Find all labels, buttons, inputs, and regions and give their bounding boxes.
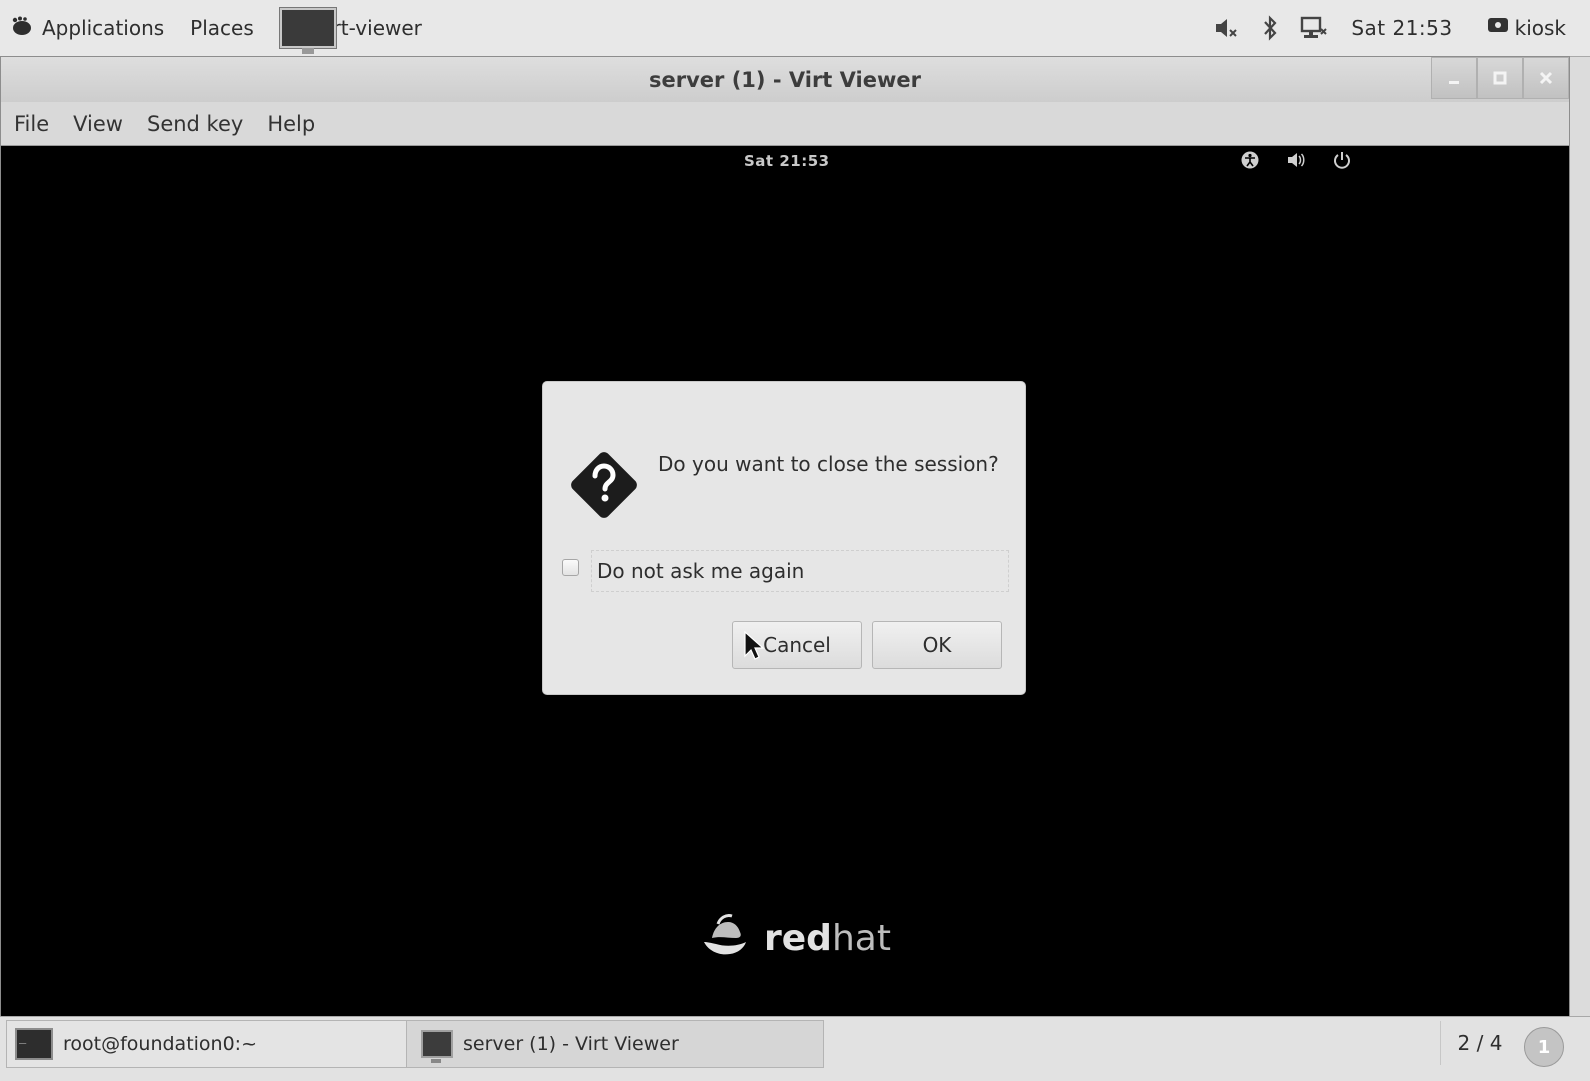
close-button[interactable] xyxy=(1523,57,1569,99)
taskbar-item-terminal[interactable]: _ root@foundation0:~ xyxy=(6,1020,412,1068)
user-name: kiosk xyxy=(1514,16,1566,40)
user-menu[interactable]: kiosk xyxy=(1487,16,1566,41)
menu-view[interactable]: View xyxy=(61,102,135,145)
places-menu[interactable]: Places xyxy=(190,0,254,56)
user-icon xyxy=(1487,16,1509,41)
ok-button[interactable]: OK xyxy=(872,621,1002,669)
question-icon xyxy=(565,446,643,528)
notification-badge[interactable]: 1 xyxy=(1524,1027,1564,1067)
guest-status-icons xyxy=(1240,150,1352,170)
ok-button-label: OK xyxy=(922,633,952,657)
dialog-message: Do you want to close the session? xyxy=(658,452,999,476)
places-label: Places xyxy=(190,16,254,40)
active-task-virt-viewer[interactable]: Virt-viewer xyxy=(278,0,422,56)
guest-clock: Sat 21:53 xyxy=(744,152,830,170)
menu-help[interactable]: Help xyxy=(255,102,327,145)
bottom-panel: _ root@foundation0:~ server (1) - Virt V… xyxy=(0,1016,1590,1081)
applications-label: Applications xyxy=(42,16,165,40)
virt-viewer-app-icon xyxy=(279,8,336,54)
applications-menu[interactable]: Applications xyxy=(0,0,164,56)
top-panel: Applications Places Virt-viewer Sat 21:5… xyxy=(0,0,1590,57)
virt-viewer-icon xyxy=(421,1030,453,1063)
do-not-ask-checkbox[interactable] xyxy=(562,558,579,576)
redhat-wordmark-light: hat xyxy=(831,917,891,959)
gnome-foot-icon xyxy=(10,16,32,41)
workspace-switcher[interactable]: 2 / 4 xyxy=(1440,1021,1519,1065)
menu-file[interactable]: File xyxy=(1,102,61,145)
accessibility-icon[interactable] xyxy=(1240,150,1260,170)
terminal-icon: _ xyxy=(15,1028,53,1060)
do-not-ask-row: Do not ask me again xyxy=(562,550,1009,592)
network-wired-icon[interactable] xyxy=(1299,13,1329,43)
menubar: File View Send key Help xyxy=(1,102,1569,146)
taskbar-item-virt-viewer[interactable]: server (1) - Virt Viewer xyxy=(406,1020,824,1068)
bluetooth-icon[interactable] xyxy=(1255,13,1285,43)
redhat-wordmark-bold: red xyxy=(764,917,832,959)
redhat-shadowman-icon xyxy=(704,914,746,955)
window-titlebar[interactable]: server (1) - Virt Viewer xyxy=(1,57,1569,102)
maximize-button[interactable] xyxy=(1477,57,1523,99)
guest-volume-icon[interactable] xyxy=(1286,150,1306,170)
redhat-logo: redhat xyxy=(698,912,891,964)
taskbar-item-label: server (1) - Virt Viewer xyxy=(463,1033,679,1055)
menu-send-key[interactable]: Send key xyxy=(135,102,255,145)
window-title: server (1) - Virt Viewer xyxy=(649,67,921,92)
volume-muted-icon[interactable] xyxy=(1211,13,1241,43)
close-session-dialog: Do you want to close the session? Do not… xyxy=(543,382,1025,694)
top-clock[interactable]: Sat 21:53 xyxy=(1351,16,1452,40)
status-area: Sat 21:53 kiosk xyxy=(1211,0,1590,56)
power-icon[interactable] xyxy=(1332,150,1352,170)
minimize-button[interactable] xyxy=(1431,57,1477,99)
redhat-wordmark: redhat xyxy=(764,918,891,959)
do-not-ask-label[interactable]: Do not ask me again xyxy=(591,550,1009,592)
taskbar-item-label: root@foundation0:~ xyxy=(63,1033,257,1055)
cancel-button-label: Cancel xyxy=(763,633,831,657)
window-controls xyxy=(1431,57,1569,99)
mouse-pointer-icon xyxy=(744,630,765,665)
